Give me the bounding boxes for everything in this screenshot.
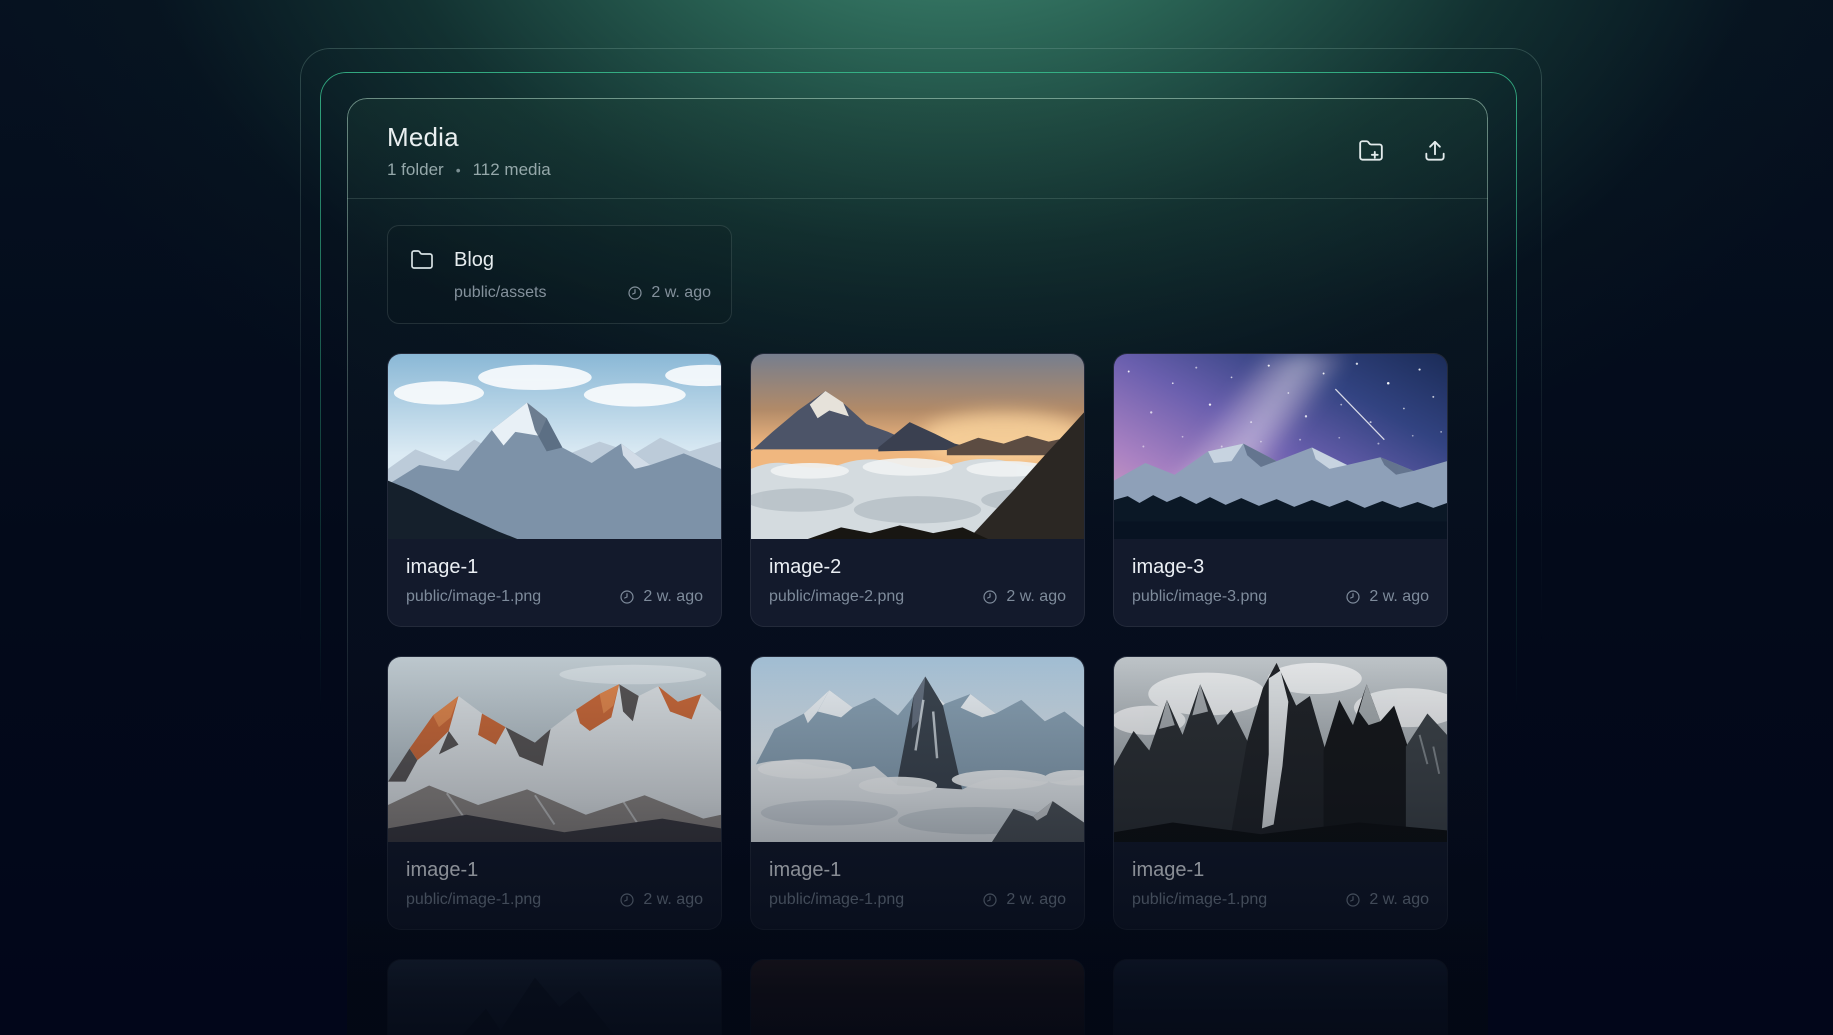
header-actions [1358, 137, 1454, 165]
folder-card-blog[interactable]: Blog public/assets 2 w. ago [387, 225, 732, 324]
media-modified: 2 w. ago [619, 891, 703, 909]
media-count: 112 media [472, 160, 551, 179]
desktop-background: Media 1 folder • 112 media Blog public/a… [0, 0, 1833, 1035]
media-modified: 2 w. ago [619, 588, 703, 606]
media-grid: image-1 public/image-1.png 2 w. ago imag… [387, 353, 1448, 1035]
media-modified-label: 2 w. ago [1369, 588, 1429, 605]
media-modified-label: 2 w. ago [1006, 891, 1066, 908]
media-thumbnail-fog-peak [751, 657, 1084, 842]
media-title: image-3 [1132, 556, 1205, 578]
media-card-image-1[interactable]: image-1 public/image-1.png 2 w. ago [387, 353, 722, 627]
media-modified-label: 2 w. ago [643, 588, 703, 605]
media-card-image-1-alpenglow[interactable]: image-1 public/image-1.png 2 w. ago [387, 656, 722, 930]
media-title: image-2 [769, 556, 842, 578]
media-path: public/image-1.png [406, 891, 542, 908]
clock-icon [620, 893, 634, 907]
media-thumbnail-bw-peaks [1114, 657, 1447, 842]
folder-name: Blog [454, 249, 495, 271]
media-thumbnail-faint-blue [1114, 960, 1447, 1035]
media-thumbnail-snowy-alps [388, 354, 721, 539]
media-card-footer: image-3 public/image-3.png 2 w. ago [1114, 539, 1447, 626]
separator-dot: • [455, 162, 461, 178]
clock-icon [628, 286, 642, 300]
folder-modified: 2 w. ago [627, 282, 711, 304]
media-path: public/image-1.png [1132, 891, 1268, 908]
media-thumbnail-faint-red [751, 960, 1084, 1035]
clock-icon [1346, 590, 1360, 604]
media-title: image-1 [1132, 859, 1205, 881]
media-title: image-1 [406, 859, 479, 881]
clock-icon [1346, 893, 1360, 907]
media-thumbnail-milky-way [1114, 354, 1447, 539]
media-thumbnail-faint-mountain [388, 960, 721, 1035]
media-card-footer: image-1 public/image-1.png 2 w. ago [388, 539, 721, 626]
folder-meta: public/assets 2 w. ago [410, 282, 711, 304]
media-thumbnail-sunset-clouds [751, 354, 1084, 539]
clock-icon [983, 590, 997, 604]
folder-icon [411, 250, 433, 269]
header-text: Media 1 folder • 112 media [387, 122, 551, 180]
media-content: Blog public/assets 2 w. ago image-1 publ… [347, 199, 1488, 1035]
upload-icon [1425, 140, 1445, 161]
media-card-image-3[interactable]: image-3 public/image-3.png 2 w. ago [1113, 353, 1448, 627]
media-card-partial-1[interactable] [387, 959, 722, 1035]
media-title: image-1 [769, 859, 842, 881]
media-card-image-1-bw[interactable]: image-1 public/image-1.png 2 w. ago [1113, 656, 1448, 930]
media-path: public/image-3.png [1132, 588, 1268, 605]
media-path: public/image-1.png [769, 891, 905, 908]
media-card-partial-2[interactable] [750, 959, 1085, 1035]
media-modified: 2 w. ago [982, 588, 1066, 606]
media-card-image-2[interactable]: image-2 public/image-2.png 2 w. ago [750, 353, 1085, 627]
media-card-footer: image-2 public/image-2.png 2 w. ago [751, 539, 1084, 626]
media-thumbnail-alpenglow [388, 657, 721, 842]
media-path: public/image-2.png [769, 588, 905, 605]
folder-count: 1 folder [387, 160, 444, 179]
media-card-partial-3[interactable] [1113, 959, 1448, 1035]
media-path: public/image-1.png [406, 588, 542, 605]
media-modified: 2 w. ago [1345, 588, 1429, 606]
folder-card-top: Blog [410, 247, 711, 273]
media-modified-label: 2 w. ago [1006, 588, 1066, 605]
media-count-summary: 1 folder • 112 media [387, 160, 551, 180]
media-modified: 2 w. ago [1345, 891, 1429, 909]
folder-modified-label: 2 w. ago [651, 284, 711, 301]
new-folder-button[interactable] [1358, 137, 1386, 165]
media-card-footer: image-1 public/image-1.png 2 w. ago [1114, 842, 1447, 929]
media-panel: Media 1 folder • 112 media Blog public/a… [347, 98, 1488, 1035]
clock-icon [620, 590, 634, 604]
media-modified: 2 w. ago [982, 891, 1066, 909]
media-card-image-1-fog[interactable]: image-1 public/image-1.png 2 w. ago [750, 656, 1085, 930]
media-modified-label: 2 w. ago [1369, 891, 1429, 908]
media-card-footer: image-1 public/image-1.png 2 w. ago [751, 842, 1084, 929]
media-header: Media 1 folder • 112 media [347, 98, 1488, 199]
folder-plus-icon [1359, 140, 1383, 161]
folder-path: public/assets [454, 284, 547, 301]
media-modified-label: 2 w. ago [643, 891, 703, 908]
media-card-footer: image-1 public/image-1.png 2 w. ago [388, 842, 721, 929]
page-title: Media [387, 122, 459, 152]
clock-icon [983, 893, 997, 907]
media-title: image-1 [406, 556, 479, 578]
upload-button[interactable] [1422, 137, 1450, 165]
